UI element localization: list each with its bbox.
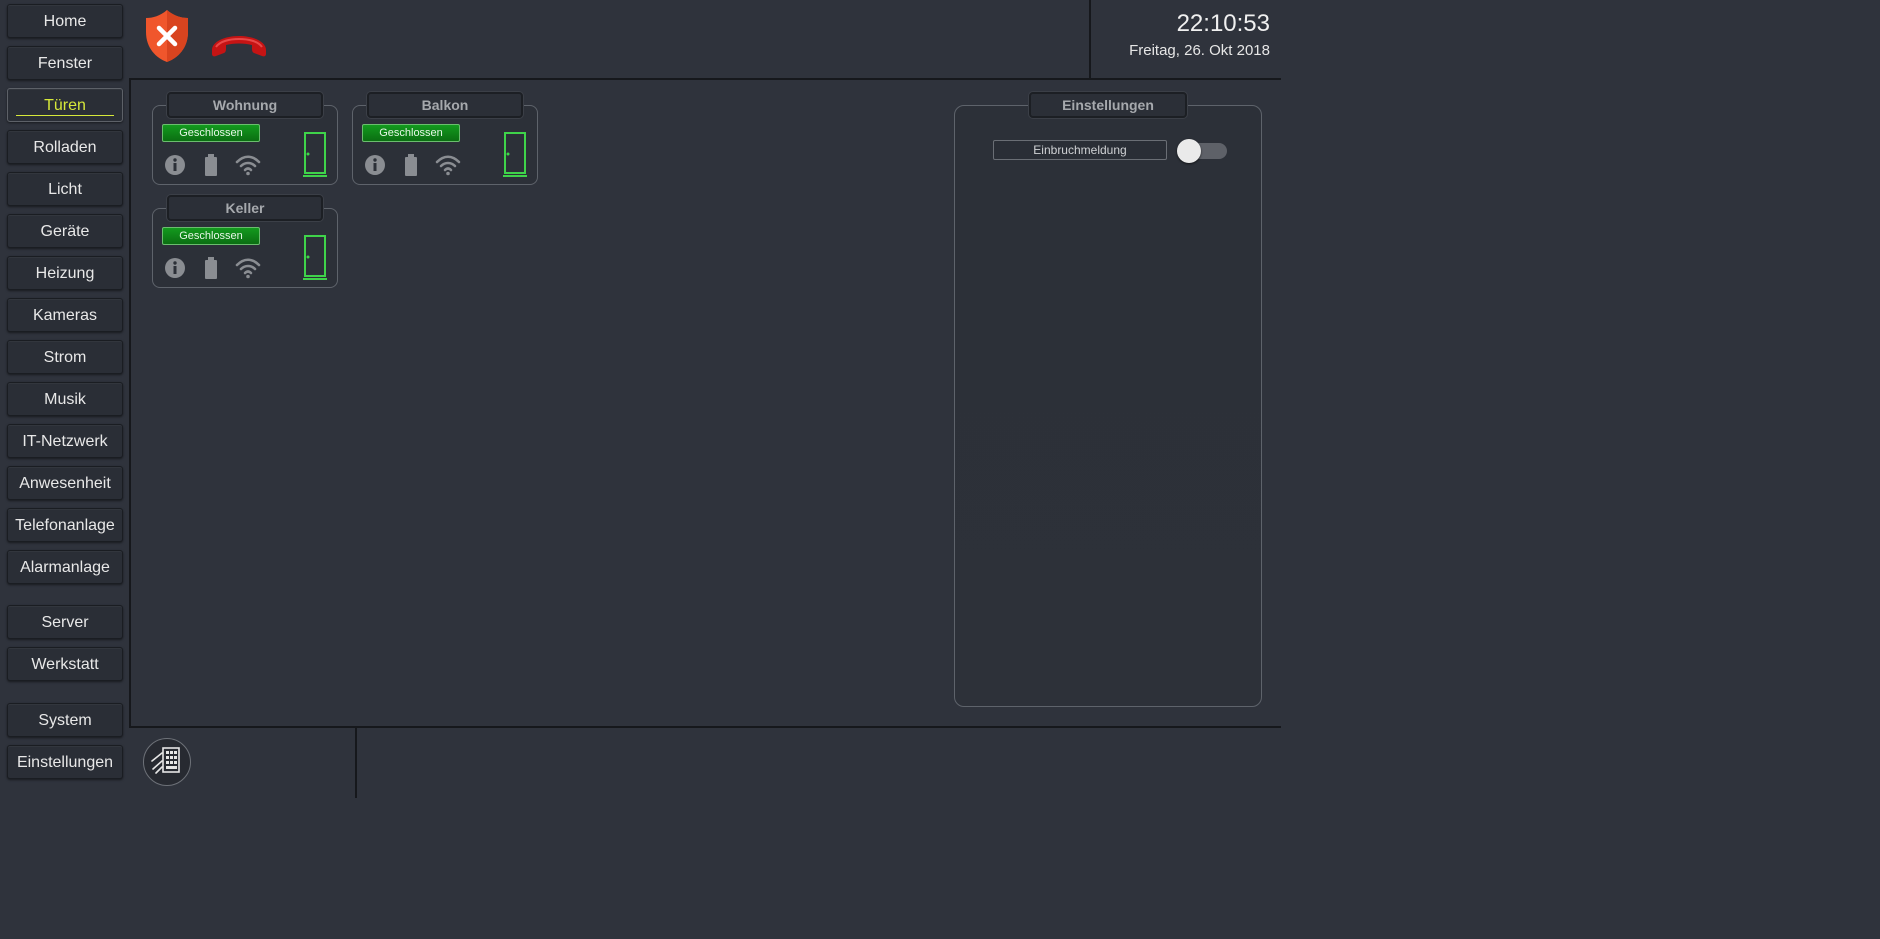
keypad-icon[interactable]: [143, 738, 191, 786]
status-badge: Geschlossen: [162, 227, 260, 245]
sidebar-item-label: Türen: [44, 97, 86, 114]
sidebar-item-label: Einstellungen: [16, 754, 114, 771]
wifi-icon: [235, 154, 261, 181]
door-closed-icon: [303, 235, 327, 286]
sidebar-item-strom[interactable]: Strom: [7, 340, 123, 374]
sidebar-item-label: System: [38, 712, 92, 729]
einbruchmeldung-toggle[interactable]: [1177, 139, 1227, 163]
sidebar-item-system[interactable]: System: [7, 703, 123, 737]
phone-hangup-icon[interactable]: [208, 30, 270, 62]
sidebar-item-label: Telefonanlage: [15, 517, 115, 534]
battery-icon: [204, 257, 218, 284]
sidebar-item-it-netzwerk[interactable]: IT-Netzwerk: [7, 424, 123, 458]
sidebar-item-label: Geräte: [40, 223, 90, 240]
wifi-icon: [235, 257, 261, 284]
battery-icon: [204, 154, 218, 181]
status-badge: Geschlossen: [162, 124, 260, 142]
clock-date: Freitag, 26. Okt 2018: [1129, 42, 1270, 59]
sidebar-item-label: IT-Netzwerk: [22, 433, 108, 450]
door-card-title: Wohnung: [167, 92, 323, 118]
status-badge: Geschlossen: [362, 124, 460, 142]
door-closed-icon: [303, 132, 327, 183]
door-card-keller[interactable]: Keller Geschlossen: [152, 195, 338, 288]
sidebar-item-musik[interactable]: Musik: [7, 382, 123, 416]
sidebar-item-label: Alarmanlage: [20, 559, 110, 576]
sidebar-item-kameras[interactable]: Kameras: [7, 298, 123, 332]
sidebar-item-fenster[interactable]: Fenster: [7, 46, 123, 80]
toggle-knob: [1177, 139, 1201, 163]
sidebar-item-anwesenheit[interactable]: Anwesenheit: [7, 466, 123, 500]
sidebar-item-label: Heizung: [35, 265, 95, 282]
shield-x-icon[interactable]: [144, 8, 190, 64]
sidebar-item-label: Home: [43, 13, 87, 30]
sidebar-item-label: Kameras: [32, 307, 98, 324]
door-card-balkon[interactable]: Balkon Geschlossen: [352, 92, 538, 185]
door-card-title: Balkon: [367, 92, 523, 118]
sidebar-item-server[interactable]: Server: [7, 605, 123, 639]
sidebar-item-label: Server: [41, 614, 89, 631]
settings-panel: Einstellungen Einbruchmeldung: [954, 92, 1262, 707]
setting-label-einbruchmeldung: Einbruchmeldung: [993, 140, 1167, 160]
door-closed-icon: [503, 132, 527, 183]
sidebar-item-label: Werkstatt: [31, 656, 99, 673]
sidebar-item-licht[interactable]: Licht: [7, 172, 123, 206]
settings-panel-title: Einstellungen: [1029, 92, 1187, 118]
door-card-wohnung[interactable]: Wohnung Geschlossen: [152, 92, 338, 185]
sidebar-item-label: Fenster: [37, 55, 93, 72]
sidebar-item-rolladen[interactable]: Rolladen: [7, 130, 123, 164]
sidebar-item-home[interactable]: Home: [7, 4, 123, 38]
footer-divider: [129, 726, 1281, 728]
active-underline: [16, 115, 114, 116]
sidebar-item-heizung[interactable]: Heizung: [7, 256, 123, 290]
sidebar-item-einstellungen[interactable]: Einstellungen: [7, 745, 123, 779]
header-divider: [129, 78, 1281, 80]
clock-time: 22:10:53: [1176, 10, 1270, 37]
content-left-border: [129, 79, 131, 728]
sidebar-item-label: Musik: [44, 391, 86, 408]
sidebar-item-label: Anwesenheit: [19, 475, 111, 492]
info-icon[interactable]: [164, 257, 186, 284]
battery-icon: [404, 154, 418, 181]
clock-divider: [1089, 0, 1091, 79]
info-icon[interactable]: [364, 154, 386, 181]
sidebar-item-label: Licht: [48, 181, 82, 198]
footer-separator: [355, 727, 357, 798]
wifi-icon: [435, 154, 461, 181]
sidebar-item-werkstatt[interactable]: Werkstatt: [7, 647, 123, 681]
door-card-title: Keller: [167, 195, 323, 221]
sidebar-item-label: Rolladen: [33, 139, 97, 156]
info-icon[interactable]: [164, 154, 186, 181]
sidebar-item-alarmanlage[interactable]: Alarmanlage: [7, 550, 123, 584]
sidebar-item-label: Strom: [43, 349, 87, 366]
sidebar-item-telefonanlage[interactable]: Telefonanlage: [7, 508, 123, 542]
sidebar-item-geraete[interactable]: Geräte: [7, 214, 123, 248]
sidebar-item-tueren[interactable]: Türen: [7, 88, 123, 122]
